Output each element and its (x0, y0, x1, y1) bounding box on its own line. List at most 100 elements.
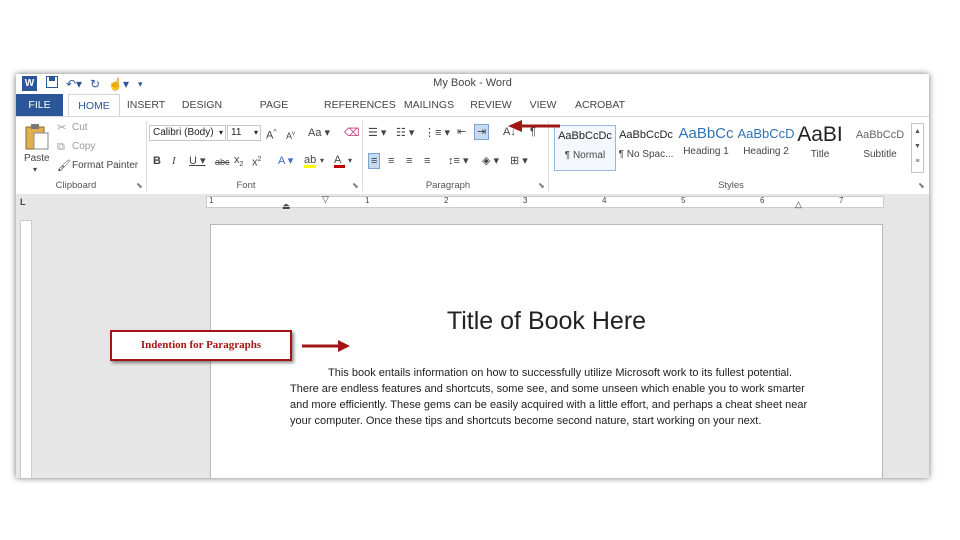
ruler-number: 7 (839, 196, 844, 205)
tab-mailings[interactable]: MAILINGS (402, 94, 456, 116)
style-no-spacing[interactable]: AaBbCcDc ¶ No Spac... (616, 125, 676, 169)
paste-button[interactable]: Paste ▾ (21, 121, 53, 175)
bullets-icon[interactable]: ☰ ▾ (368, 126, 386, 140)
tab-acrobat[interactable]: ACROBAT (572, 94, 628, 116)
font-color-icon[interactable]: A (334, 153, 345, 168)
styles-launcher-icon[interactable]: ⬊ (918, 181, 925, 190)
copy-icon: ⧉ (57, 141, 65, 153)
separator (146, 121, 147, 191)
chevron-down-icon[interactable]: ▼ (912, 139, 923, 154)
copy-button[interactable]: Copy (72, 141, 95, 152)
style-preview: AaBI (797, 123, 843, 146)
title-bar: W ↶▾ ↻ ☝▾ ▾ My Book - Word (16, 74, 929, 94)
style-subtitle[interactable]: AaBbCcD Subtitle (850, 125, 910, 169)
ribbon-tabs: FILE HOME INSERT DESIGN PAGE LAYOUT REFE… (16, 94, 929, 133)
document-title[interactable]: Title of Book Here (211, 307, 882, 336)
tab-home[interactable]: HOME (68, 94, 120, 117)
tab-selector-icon[interactable]: L (20, 197, 26, 207)
ruler-number: 2 (444, 196, 449, 205)
subscript-icon[interactable]: x2 (234, 153, 243, 172)
paragraph-launcher-icon[interactable]: ⬊ (538, 181, 545, 190)
hanging-indent-marker[interactable]: ⏏ (282, 201, 291, 212)
ruler-number: 4 (602, 196, 607, 205)
ruler-number: 3 (523, 196, 528, 205)
clipboard-icon (25, 124, 49, 150)
style-heading-2[interactable]: AaBbCcD Heading 2 (736, 125, 796, 169)
vertical-ruler[interactable] (20, 220, 32, 478)
chevron-down-icon: ▾ (253, 128, 258, 137)
style-name: Heading 2 (743, 146, 789, 157)
change-case-icon[interactable]: Aa ▾ (308, 126, 330, 140)
multilevel-list-icon[interactable]: ⋮≡ ▾ (424, 126, 450, 140)
shrink-font-icon[interactable]: Av (286, 127, 295, 143)
clear-formatting-icon[interactable]: ⌫ (344, 126, 360, 140)
ruler-number: 6 (760, 196, 765, 205)
font-name-select[interactable]: Calibri (Body) ▾ (149, 125, 226, 141)
strikethrough-icon[interactable]: abc (215, 155, 230, 169)
separator (362, 121, 363, 191)
cut-icon: ✂ (57, 122, 67, 134)
font-size-value: 11 (231, 127, 242, 138)
text-effects-icon[interactable]: A ▾ (278, 154, 293, 168)
right-indent-marker[interactable]: △ (795, 199, 802, 210)
font-launcher-icon[interactable]: ⬊ (352, 181, 359, 190)
style-preview: AaBbCcD (737, 126, 795, 141)
align-right-icon[interactable]: ≡ (406, 154, 412, 168)
indent-pointer-arrow-icon (508, 120, 560, 132)
justify-icon[interactable]: ≡ (424, 154, 430, 168)
styles-scroll[interactable]: ▲ ▼ ≡ (911, 123, 924, 173)
horizontal-ruler[interactable]: 1 1 2 3 4 5 6 7 ▽ ⏏ △ (206, 194, 884, 211)
paragraph-group-label: Paragraph (425, 180, 471, 191)
decrease-indent-icon[interactable]: ⇤ (457, 125, 466, 139)
superscript-icon[interactable]: x2 (252, 153, 261, 170)
more-styles-icon[interactable]: ≡ (912, 154, 923, 169)
tab-view[interactable]: VIEW (526, 94, 560, 116)
align-center-icon[interactable]: ≡ (388, 154, 394, 168)
chevron-up-icon[interactable]: ▲ (912, 124, 923, 139)
tab-file[interactable]: FILE (16, 94, 63, 116)
first-line-indent-marker[interactable]: ▽ (322, 194, 329, 205)
clipboard-launcher-icon[interactable]: ⬊ (136, 181, 143, 190)
ribbon: Paste ▾ ✂ Cut ⧉ Copy 🖌 Format Painter Cl… (16, 116, 929, 195)
format-painter-button[interactable]: Format Painter (72, 160, 138, 171)
style-name: ¶ No Spac... (618, 149, 674, 160)
style-title[interactable]: AaBI Title (790, 123, 850, 169)
numbering-icon[interactable]: ☷ ▾ (396, 126, 414, 140)
style-name: Heading 1 (683, 146, 729, 157)
chevron-down-icon[interactable]: ▾ (320, 154, 324, 168)
font-name-value: Calibri (Body) (153, 127, 214, 138)
tab-references[interactable]: REFERENCES (324, 94, 396, 116)
borders-icon[interactable]: ⊞ ▾ (510, 154, 528, 168)
style-heading-1[interactable]: AaBbCc Heading 1 (676, 125, 736, 169)
line-spacing-icon[interactable]: ↕≡ ▾ (448, 154, 469, 168)
increase-indent-icon[interactable]: ⇥ (474, 124, 490, 140)
highlight-color-icon[interactable]: ab (304, 153, 316, 168)
bold-icon[interactable]: B (153, 154, 161, 168)
tab-page-layout[interactable]: PAGE LAYOUT (238, 94, 310, 133)
shading-icon[interactable]: ◈ ▾ (482, 154, 499, 168)
style-name: Subtitle (863, 149, 897, 160)
tab-design[interactable]: DESIGN (180, 94, 224, 116)
style-preview: AaBbCcDc (619, 129, 673, 141)
format-painter-icon: 🖌 (57, 160, 71, 172)
style-preview: AaBbCcD (855, 129, 905, 141)
style-name: Title (810, 149, 830, 160)
font-size-select[interactable]: 11 ▾ (227, 125, 261, 141)
align-left-icon[interactable]: ≡ (368, 153, 381, 169)
italic-icon[interactable]: I (172, 154, 176, 168)
styles-group-label: Styles (718, 180, 744, 191)
ruler-number: 1 (365, 196, 370, 205)
grow-font-icon[interactable]: A^ (266, 126, 277, 143)
underline-icon[interactable]: U ▾ (189, 154, 206, 168)
paste-dropdown-icon: ▾ (33, 165, 38, 174)
annotation-callout: Indention for Paragraphs (110, 330, 292, 361)
document-body[interactable]: This book entails information on how to … (290, 365, 810, 429)
tab-review[interactable]: REVIEW (470, 94, 512, 116)
annotation-arrow-icon (302, 340, 350, 352)
cut-button[interactable]: Cut (72, 122, 88, 133)
chevron-down-icon[interactable]: ▾ (348, 154, 352, 168)
ruler-number: 5 (681, 196, 686, 205)
tab-insert[interactable]: INSERT (126, 94, 166, 116)
clipboard-group-label: Clipboard (55, 180, 97, 191)
style-normal[interactable]: AaBbCcDc ¶ Normal (554, 125, 616, 171)
